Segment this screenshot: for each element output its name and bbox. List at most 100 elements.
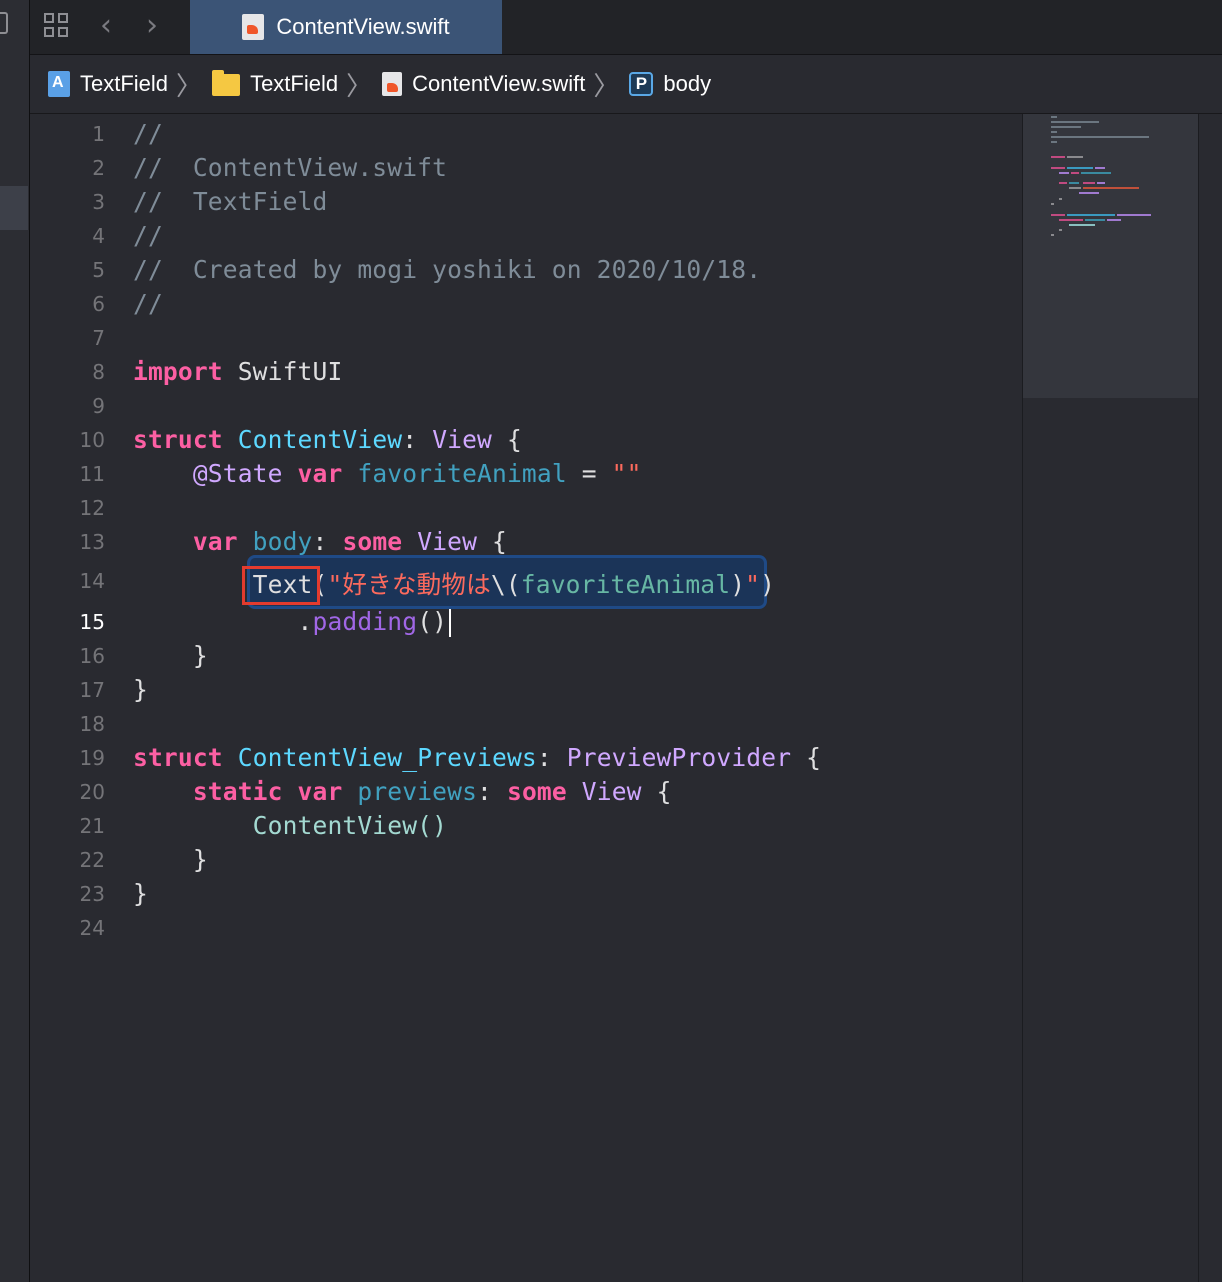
folder-icon xyxy=(212,70,241,96)
keyword: struct xyxy=(133,425,223,454)
line-number: 3 xyxy=(92,190,105,214)
code-line[interactable]: 21 ContentView() xyxy=(30,809,1020,843)
comment: // xyxy=(133,119,163,148)
punctuation: { xyxy=(791,743,822,772)
comment: // xyxy=(133,221,163,250)
keyword: some xyxy=(506,777,567,806)
code-line-current[interactable]: 15 .padding() xyxy=(30,605,1020,639)
code-line[interactable]: 19 struct ContentView_Previews: PreviewP… xyxy=(30,741,1020,775)
navigator-selection xyxy=(0,186,28,230)
initializer-call: ContentView() xyxy=(252,811,448,840)
line-number: 10 xyxy=(79,428,105,452)
line-number: 2 xyxy=(92,156,105,180)
punctuation: \( xyxy=(490,570,521,599)
code-line[interactable]: 5 // Created by mogi yoshiki on 2020/10/… xyxy=(30,253,1020,287)
breadcrumb-project-label: TextField xyxy=(80,71,169,96)
line-number: 14 xyxy=(79,569,105,593)
line-number: 23 xyxy=(79,882,105,906)
breadcrumb-file[interactable]: ContentView.swift xyxy=(382,71,585,97)
keyword: import xyxy=(133,357,223,386)
attribute: @State xyxy=(192,459,283,488)
line-number: 11 xyxy=(79,462,105,486)
line-number: 13 xyxy=(79,530,105,554)
keyword: some xyxy=(342,527,403,556)
code-line[interactable]: 9 xyxy=(30,389,1020,423)
operator: = xyxy=(566,459,612,488)
line-number: 9 xyxy=(92,394,105,418)
breadcrumb-file-label: ContentView.swift xyxy=(412,71,586,96)
code-line[interactable]: 10 struct ContentView: View { xyxy=(30,423,1020,457)
code-line[interactable]: 13 var body: some View { xyxy=(30,525,1020,559)
type-name: ContentView_Previews xyxy=(237,743,537,772)
code-line[interactable]: 18 xyxy=(30,707,1020,741)
line-number: 5 xyxy=(92,258,105,282)
line-number: 21 xyxy=(79,814,105,838)
type-name: View xyxy=(581,777,642,806)
breadcrumb-symbol[interactable]: P body xyxy=(629,71,711,97)
code-line[interactable]: 7 xyxy=(30,321,1020,355)
tab-bar: ‹ › ContentView.swift xyxy=(30,0,1222,55)
line-number: 6 xyxy=(92,292,105,316)
property-name: body xyxy=(252,527,313,556)
code-line[interactable]: 22 } xyxy=(30,843,1020,877)
related-items-icon[interactable] xyxy=(44,13,72,41)
punctuation: : xyxy=(477,777,493,806)
code-line[interactable]: 24 xyxy=(30,911,1020,945)
punctuation: { xyxy=(492,425,522,454)
code-line[interactable]: 16 } xyxy=(30,639,1020,673)
punctuation: () xyxy=(417,607,448,636)
code-line[interactable]: 11 @State var favoriteAnimal = "" xyxy=(30,457,1020,491)
punctuation: } xyxy=(133,675,148,704)
line-number: 16 xyxy=(79,644,105,668)
code-line[interactable]: 17 } xyxy=(30,673,1020,707)
punctuation: : xyxy=(536,743,552,772)
type-name: View xyxy=(432,425,493,454)
code-line[interactable]: 14 Text("好きな動物は\(favoriteAnimal)") xyxy=(30,568,1020,602)
vertical-scrollbar[interactable] xyxy=(1198,114,1222,1282)
breadcrumb-symbol-label: body xyxy=(663,71,712,96)
code-line[interactable]: 3 // TextField xyxy=(30,185,1020,219)
line-number: 17 xyxy=(79,678,105,702)
line-number: 18 xyxy=(79,712,105,736)
code-line[interactable]: 6 // xyxy=(30,287,1020,321)
line-number: 8 xyxy=(92,360,105,384)
line-number: 15 xyxy=(79,610,105,634)
punctuation: . xyxy=(297,607,313,636)
code-line[interactable]: 2 // ContentView.swift xyxy=(30,151,1020,185)
string-literal: " xyxy=(745,570,761,599)
line-number: 7 xyxy=(92,326,105,350)
source-editor[interactable]: 1 // 2 // ContentView.swift 3 // TextFie… xyxy=(30,114,1022,1282)
code-line[interactable]: 8 import SwiftUI xyxy=(30,355,1020,389)
punctuation: } xyxy=(133,879,148,908)
breadcrumb-folder[interactable]: TextField xyxy=(212,70,339,97)
chevron-right-icon[interactable]: › xyxy=(146,10,158,42)
code-line[interactable]: 23 } xyxy=(30,877,1020,911)
punctuation: { xyxy=(477,527,507,556)
line-number: 22 xyxy=(79,848,105,872)
breadcrumb-separator-icon: 〉 xyxy=(176,71,203,102)
keyword: var xyxy=(297,459,343,488)
line-number: 1 xyxy=(92,122,105,146)
navigator-strip xyxy=(0,0,30,1282)
punctuation: ) xyxy=(730,570,746,599)
breadcrumb-folder-label: TextField xyxy=(250,71,339,96)
sidebar-icon[interactable] xyxy=(0,12,8,34)
code-line[interactable]: 1 // xyxy=(30,117,1020,151)
comment: // ContentView.swift xyxy=(133,153,448,182)
type-name: ContentView xyxy=(237,425,403,454)
line-number: 24 xyxy=(79,916,105,940)
comment: // Created by mogi yoshiki on 2020/10/18… xyxy=(133,255,762,284)
breadcrumb-separator-icon: 〉 xyxy=(593,71,620,102)
code-line[interactable]: 20 static var previews: some View { xyxy=(30,775,1020,809)
punctuation: : xyxy=(402,425,418,454)
code-line[interactable]: 12 xyxy=(30,491,1020,525)
chevron-left-icon[interactable]: ‹ xyxy=(100,10,112,42)
tab-contentview-swift[interactable]: ContentView.swift xyxy=(190,0,502,54)
minimap[interactable] xyxy=(1022,114,1199,398)
punctuation: : xyxy=(312,527,328,556)
code-line[interactable]: 4 // xyxy=(30,219,1020,253)
string-literal: "" xyxy=(611,459,642,488)
property-reference: favoriteAnimal xyxy=(520,570,731,599)
property-name: favoriteAnimal xyxy=(357,459,567,488)
breadcrumb-project[interactable]: TextField xyxy=(48,71,168,97)
